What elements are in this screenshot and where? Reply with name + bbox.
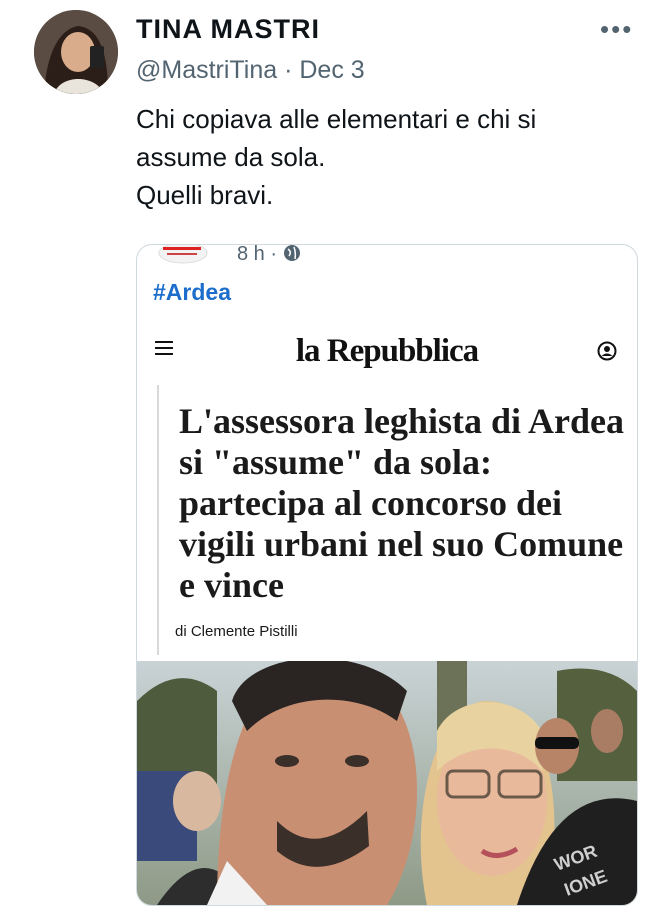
author-name[interactable]: TINA MASTRI <box>136 14 320 45</box>
article-headline: L'assessora leghista di Ardea si "assume… <box>179 401 625 605</box>
author-avatar[interactable] <box>34 10 118 94</box>
more-icon[interactable]: ••• <box>600 14 633 45</box>
source-logo-icon <box>158 245 208 264</box>
tweet-line: Quelli bravi. <box>136 180 274 210</box>
article-photo: WOR IONE <box>137 658 637 905</box>
globe-icon <box>283 245 300 261</box>
card-time: 8 h · <box>237 244 301 266</box>
author-handle[interactable]: @MastriTina <box>136 56 277 84</box>
article-byline: di Clemente Pistilli <box>175 623 298 640</box>
media-card[interactable]: 8 h · #Ardea la Repubblica L'assessora l… <box>136 244 638 906</box>
card-header: 8 h · <box>157 245 457 271</box>
author-handle-date[interactable]: @MastriTina · Dec 3 <box>136 56 365 85</box>
user-account-icon[interactable] <box>597 341 617 361</box>
tweet-line: Chi copiava alle elementari e chi si <box>136 104 537 134</box>
tweet-line: assume da sola. <box>136 142 326 172</box>
card-time-text: 8 h · <box>237 244 278 265</box>
hashtag-link[interactable]: #Ardea <box>153 279 231 306</box>
repubblica-header: la Repubblica <box>137 323 637 375</box>
masthead-logo: la Repubblica <box>295 333 479 369</box>
article-block: L'assessora leghista di Ardea si "assume… <box>157 385 629 655</box>
separator: · <box>284 56 293 84</box>
tweet-text: Chi copiava alle elementari e chi si ass… <box>136 100 646 214</box>
tweet-date[interactable]: Dec 3 <box>299 56 364 84</box>
